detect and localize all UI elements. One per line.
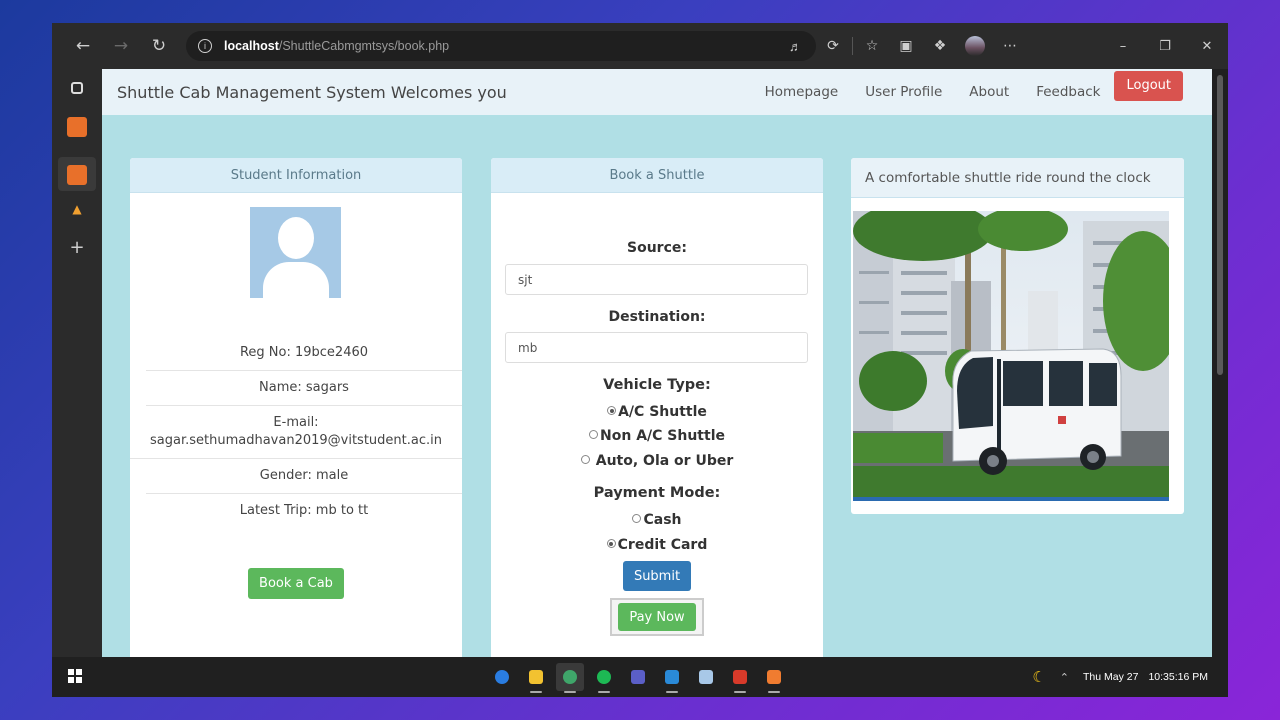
browser-window: ← → ↻ i localhost /ShuttleCabmgmtsys/boo…	[52, 23, 1228, 697]
browser-app-icon[interactable]	[556, 663, 584, 693]
vehicle-option-non-ac[interactable]: Non A/C Shuttle	[491, 428, 823, 444]
student-info-panel: Student Information Reg No: 19bce2460 Na…	[130, 158, 462, 657]
tray-time[interactable]: 10:35:16 PM	[1148, 671, 1208, 683]
minimize-icon[interactable]: –	[1102, 23, 1144, 69]
back-icon[interactable]: ←	[64, 31, 102, 61]
book-shuttle-heading: Book a Shuttle	[491, 158, 823, 193]
restore-icon[interactable]: ❐	[1144, 23, 1186, 69]
source-label: Source:	[627, 240, 687, 256]
address-bar[interactable]: i localhost /ShuttleCabmgmtsys/book.php …	[186, 31, 816, 61]
browser-toolbar: ← → ↻ i localhost /ShuttleCabmgmtsys/boo…	[52, 23, 1228, 69]
forward-icon[interactable]: →	[102, 31, 140, 61]
vehicle-ac-label: A/C Shuttle	[618, 404, 707, 420]
system-tray: ☾ ⌃ Thu May 27 10:35:16 PM	[1032, 657, 1208, 697]
vehicle-option-auto[interactable]: Auto, Ola or Uber	[491, 453, 823, 469]
windows-taskbar: ☾ ⌃ Thu May 27 10:35:16 PM	[52, 657, 1228, 697]
gender: Gender: male	[146, 459, 462, 494]
close-icon[interactable]: ✕	[1186, 23, 1228, 69]
firefox-icon[interactable]	[488, 663, 516, 691]
tab-favicon-active[interactable]	[67, 165, 87, 185]
radio-credit[interactable]	[606, 539, 616, 548]
nav-links: Homepage User Profile About Feedback Log…	[738, 71, 1212, 107]
toolbar-divider	[852, 37, 853, 55]
pay-now-button[interactable]: Pay Now	[618, 603, 696, 631]
page-scrollbar[interactable]	[1212, 69, 1228, 657]
promo-panel: A comfortable shuttle ride round the clo…	[851, 158, 1184, 514]
destination-input[interactable]: mb	[505, 332, 808, 363]
info-icon[interactable]: i	[198, 39, 212, 53]
pdf-reader-icon[interactable]	[726, 663, 754, 693]
refresh-tab-icon[interactable]: ⟳	[816, 31, 850, 61]
radio-auto[interactable]	[580, 455, 590, 464]
read-aloud-icon[interactable]: ♬	[789, 39, 802, 54]
nav-user-profile[interactable]: User Profile	[865, 84, 942, 100]
file-explorer-icon[interactable]	[522, 663, 550, 693]
vehicle-option-ac[interactable]: A/C Shuttle	[491, 404, 823, 420]
url-path: /ShuttleCabmgmtsys/book.php	[278, 39, 450, 53]
radio-ac[interactable]	[607, 406, 617, 415]
avatar-body	[263, 262, 329, 298]
vehicle-type-label: Vehicle Type:	[603, 377, 711, 393]
tab-favicon-3[interactable]: ▲	[67, 199, 87, 219]
avatar-head	[278, 217, 314, 259]
payment-option-credit[interactable]: Credit Card	[491, 537, 823, 553]
logout-button[interactable]: Logout	[1114, 71, 1183, 101]
extensions-icon[interactable]: ❖	[923, 31, 957, 61]
payment-cash-label: Cash	[643, 512, 682, 528]
vehicle-non-ac-label: Non A/C Shuttle	[600, 428, 725, 444]
site-brand[interactable]: Shuttle Cab Management System Welcomes y…	[117, 83, 507, 102]
email-label: E-mail:	[273, 415, 319, 430]
windows-start-icon[interactable]	[68, 669, 82, 683]
tray-date[interactable]: Thu May 27	[1083, 671, 1138, 683]
more-icon[interactable]: ⋯	[993, 31, 1027, 61]
radio-cash[interactable]	[632, 514, 642, 523]
source-input[interactable]: sjt	[505, 264, 808, 295]
student-info-heading: Student Information	[130, 158, 462, 193]
book-cab-button[interactable]: Book a Cab	[248, 568, 344, 599]
nav-homepage[interactable]: Homepage	[765, 84, 839, 100]
xampp-icon[interactable]	[760, 663, 788, 693]
show-hidden-icons-icon[interactable]: ⌃	[1060, 671, 1069, 684]
book-shuttle-panel: Book a Shuttle Source: sjt Destination: …	[491, 158, 823, 657]
user-avatar-icon	[250, 207, 341, 298]
latest-trip: Latest Trip: mb to tt	[239, 503, 369, 518]
new-tab-icon[interactable]: +	[67, 237, 87, 258]
student-name: Name: sagars	[146, 371, 462, 406]
vscode-icon[interactable]	[658, 663, 686, 693]
tab-favicon-1[interactable]	[67, 117, 87, 137]
promo-heading: A comfortable shuttle ride round the clo…	[851, 158, 1184, 198]
collections-icon[interactable]: ▣	[889, 31, 923, 61]
vehicle-auto-label: Auto, Ola or Uber	[595, 453, 734, 469]
radio-non-ac[interactable]	[589, 430, 599, 439]
reg-no: Reg No: 19bce2460	[146, 336, 462, 371]
tab-actions-icon[interactable]	[71, 82, 83, 94]
vertical-tabs-sidebar: ▲ +	[52, 69, 102, 657]
pay-now-frame: Pay Now	[610, 598, 704, 636]
page-viewport: Shuttle Cab Management System Welcomes y…	[102, 69, 1212, 657]
nav-feedback[interactable]: Feedback	[1036, 84, 1100, 100]
profile-avatar[interactable]	[965, 36, 985, 56]
refresh-icon[interactable]: ↻	[140, 31, 178, 61]
url-host: localhost	[224, 39, 279, 53]
destination-label: Destination:	[608, 309, 706, 325]
spotify-icon[interactable]	[590, 663, 618, 693]
top-navbar: Shuttle Cab Management System Welcomes y…	[102, 69, 1212, 115]
submit-button[interactable]: Submit	[623, 561, 691, 591]
payment-option-cash[interactable]: Cash	[491, 512, 823, 528]
notepad-icon[interactable]	[692, 663, 720, 691]
payment-mode-label: Payment Mode:	[593, 485, 721, 501]
nav-about[interactable]: About	[969, 84, 1009, 100]
shuttle-bus-photo	[853, 211, 1169, 501]
student-details: Reg No: 19bce2460 Name: sagars E-mail: s…	[130, 336, 462, 528]
taskbar-apps	[488, 663, 794, 693]
payment-credit-label: Credit Card	[617, 537, 708, 553]
email-value: sagar.sethumadhavan2019@vitstudent.ac.in	[150, 433, 442, 448]
teams-icon[interactable]	[624, 663, 652, 691]
email-row: E-mail: sagar.sethumadhavan2019@vitstude…	[130, 406, 462, 459]
favorites-icon[interactable]: ☆	[855, 31, 889, 61]
night-light-icon[interactable]: ☾	[1032, 668, 1045, 686]
scrollbar-thumb[interactable]	[1217, 75, 1223, 375]
